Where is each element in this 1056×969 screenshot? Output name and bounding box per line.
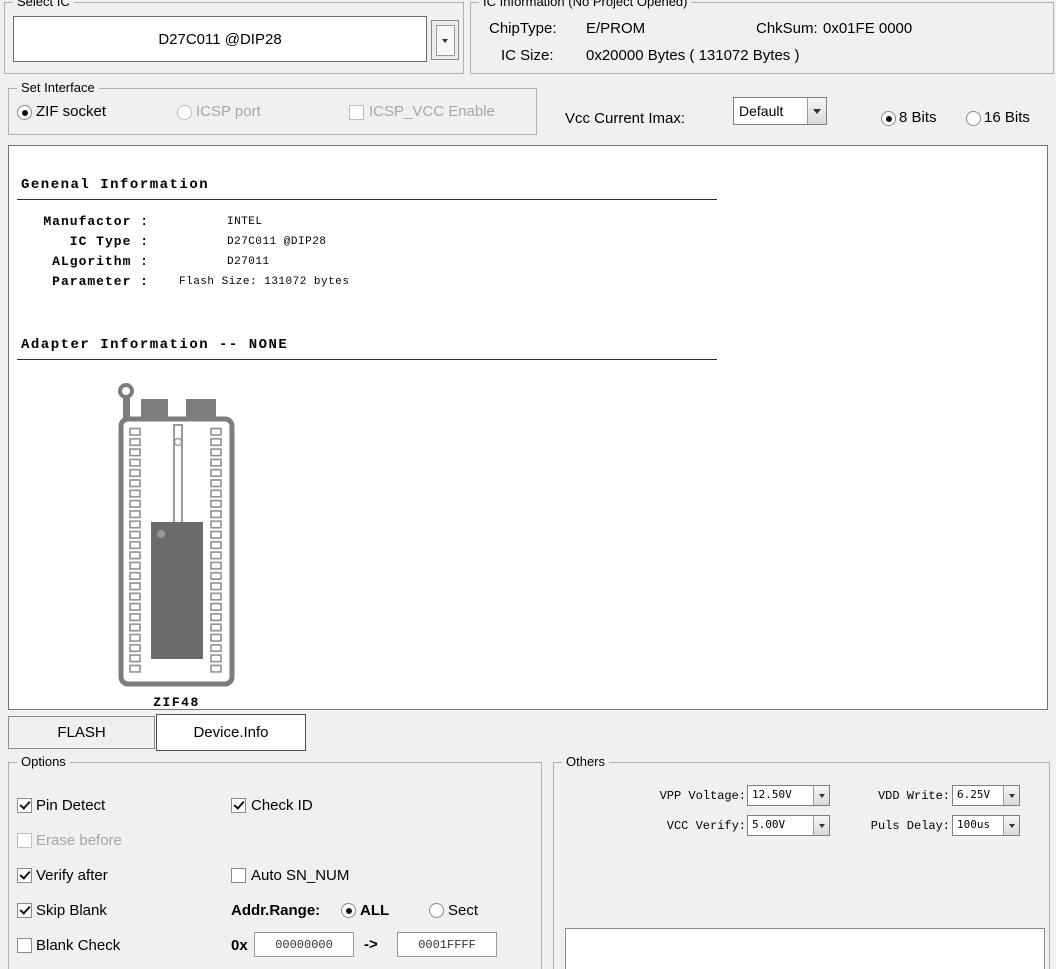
parameter-label: Parameter : [17, 273, 149, 291]
zif-socket-label: ZIF socket [36, 103, 106, 121]
zif-socket-label: ZIF48 [116, 694, 237, 711]
skip-blank-checkbox[interactable] [17, 903, 32, 918]
chksum-label: ChkSum: [756, 20, 818, 38]
chiptype-label: ChipType: [489, 20, 557, 38]
general-information-heading: Genenal Information [21, 177, 209, 194]
icsize-label: IC Size: [501, 47, 554, 65]
select-ic-group: Select IC D27C011 @DIP28 [4, 2, 464, 74]
verify-after-label: Verify after [36, 867, 108, 884]
zif-socket-radio[interactable] [17, 105, 32, 120]
ic-type-label: IC Type : [17, 233, 149, 251]
chiptype-value: E/PROM [586, 20, 645, 38]
vcc-verify-label: VCC Verify: [644, 819, 746, 834]
vcc-current-combobox[interactable]: Default [733, 97, 827, 125]
hex-prefix-label: 0x [231, 937, 248, 954]
addr-range-all-radio[interactable] [341, 903, 356, 918]
ic-info-group-label: IC Information (No Project Opened) [479, 0, 691, 10]
blank-check-checkbox[interactable] [17, 938, 32, 953]
auto-sn-num-checkbox[interactable] [231, 868, 246, 883]
programmer-window: Select IC D27C011 @DIP28 IC Information … [0, 0, 1056, 969]
output-panel [565, 928, 1045, 969]
zif-socket-graphic [116, 382, 237, 691]
chksum-value: 0x01FE 0000 [823, 20, 912, 38]
manufactor-label: Manufactor : [17, 213, 149, 231]
chevron-down-icon [436, 25, 455, 56]
vdd-write-value: 6.25V [953, 786, 1003, 805]
tab-device-info[interactable]: Device.Info [156, 714, 306, 751]
heading-underline [17, 199, 717, 200]
addr-range-all-label: ALL [360, 902, 389, 919]
others-group-label: Others [562, 754, 609, 770]
chevron-down-icon[interactable] [807, 98, 826, 124]
chevron-down-icon[interactable] [1003, 816, 1019, 835]
addr-end-input[interactable] [397, 932, 497, 957]
auto-sn-num-label: Auto SN_NUM [251, 867, 349, 884]
skip-blank-label: Skip Blank [36, 902, 107, 919]
info-row-parameter: Parameter : Flash Size: 131072 bytes [17, 272, 149, 292]
check-id-checkbox[interactable] [231, 798, 246, 813]
manufactor-value: INTEL [227, 215, 263, 229]
select-ic-value: D27C011 @DIP28 [158, 31, 281, 48]
vpp-voltage-value: 12.50V [748, 786, 813, 805]
vcc-verify-value: 5.00V [748, 816, 813, 835]
select-ic-dropdown-button[interactable] [431, 20, 459, 60]
options-group: Options Pin Detect Check ID Erase before… [8, 762, 542, 969]
erase-before-checkbox [17, 833, 32, 848]
others-group: Others VPP Voltage: 12.50V VDD Write: 6.… [553, 762, 1050, 969]
vpp-voltage-combobox[interactable]: 12.50V [747, 785, 830, 806]
ic-info-group: IC Information (No Project Opened) ChipT… [470, 2, 1054, 74]
vpp-voltage-label: VPP Voltage: [644, 789, 746, 804]
icsp-port-radio [177, 105, 192, 120]
vcc-current-value: Default [734, 98, 807, 124]
vdd-write-combobox[interactable]: 6.25V [952, 785, 1020, 806]
icsize-value: 0x20000 Bytes ( 131072 Bytes ) [586, 47, 799, 65]
bits16-radio[interactable] [966, 111, 981, 126]
puls-delay-value: 100us [953, 816, 1003, 835]
puls-delay-label: Puls Delay: [850, 819, 950, 834]
options-group-label: Options [17, 754, 70, 770]
tab-flash[interactable]: FLASH [8, 716, 155, 749]
icsp-port-label: ICSP port [196, 103, 261, 121]
puls-delay-combobox[interactable]: 100us [952, 815, 1020, 836]
select-ic-group-label: Select IC [13, 0, 74, 10]
addr-arrow-label: -> [364, 936, 378, 953]
addr-range-sect-radio[interactable] [429, 903, 444, 918]
bits16-label: 16 Bits [984, 109, 1030, 127]
icsp-vcc-label: ICSP_VCC Enable [369, 103, 495, 121]
pin-detect-label: Pin Detect [36, 797, 105, 814]
chevron-down-icon[interactable] [1003, 786, 1019, 805]
algorithm-value: D27011 [227, 255, 270, 269]
set-interface-group: Set Interface ZIF socket ICSP port ICSP_… [8, 88, 537, 135]
vcc-verify-combobox[interactable]: 5.00V [747, 815, 830, 836]
ic-type-value: D27C011 @DIP28 [227, 235, 326, 249]
addr-start-input[interactable] [254, 932, 354, 957]
addr-range-sect-label: Sect [448, 902, 478, 919]
blank-check-label: Blank Check [36, 937, 120, 954]
select-ic-combobox[interactable]: D27C011 @DIP28 [13, 16, 427, 62]
info-row-algorithm: ALgorithm : D27011 [17, 252, 149, 272]
icsp-vcc-checkbox [349, 105, 364, 120]
vcc-current-label: Vcc Current Imax: [565, 110, 685, 128]
bits8-radio[interactable] [881, 111, 896, 126]
bits8-label: 8 Bits [899, 109, 937, 127]
vdd-write-label: VDD Write: [850, 789, 950, 804]
check-id-label: Check ID [251, 797, 313, 814]
heading-underline [17, 359, 717, 360]
adapter-information-heading: Adapter Information -- NONE [21, 337, 288, 354]
algorithm-label: ALgorithm : [17, 253, 149, 271]
chevron-down-icon[interactable] [813, 816, 829, 835]
chevron-down-icon[interactable] [813, 786, 829, 805]
erase-before-label: Erase before [36, 832, 122, 849]
parameter-value: Flash Size: 131072 bytes [179, 275, 349, 289]
verify-after-checkbox[interactable] [17, 868, 32, 883]
device-info-panel: Genenal Information Manufactor : INTEL I… [8, 145, 1048, 710]
info-row-manufactor: Manufactor : INTEL [17, 212, 149, 232]
addr-range-label: Addr.Range: [231, 902, 320, 919]
info-row-ic-type: IC Type : D27C011 @DIP28 [17, 232, 149, 252]
set-interface-group-label: Set Interface [17, 80, 99, 96]
pin-detect-checkbox[interactable] [17, 798, 32, 813]
